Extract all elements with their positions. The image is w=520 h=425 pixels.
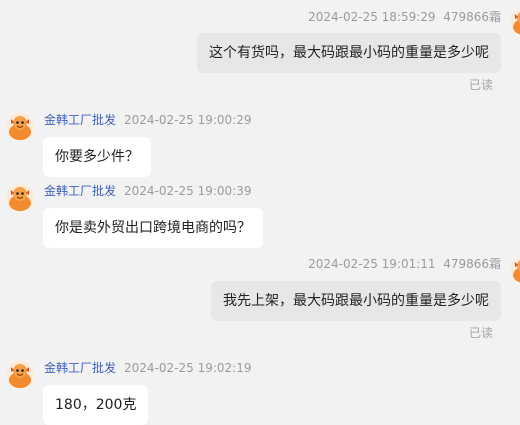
message-timestamp: 2024-02-25 19:02:19 (124, 361, 252, 375)
message-timestamp: 2024-02-25 19:01:11 (308, 257, 436, 271)
message-meta: 2024-02-25 19:01:11 479866霜 (308, 256, 501, 272)
message-bubble[interactable]: 你是卖外贸出口跨境电商的吗？ (43, 208, 263, 248)
message-bubble[interactable]: 这个有货吗，最大码跟最小码的重量是多少呢 (197, 33, 501, 73)
message-meta: 金韩工厂批发 2024-02-25 19:02:19 (44, 360, 251, 376)
contact-avatar[interactable] (6, 113, 34, 141)
message-bubble[interactable]: 180，200克 (43, 385, 149, 425)
message-timestamp: 2024-02-25 19:00:39 (124, 184, 252, 198)
user-avatar[interactable] (510, 8, 520, 36)
message-timestamp: 2024-02-25 19:00:29 (124, 113, 252, 127)
read-status: 已读 (468, 78, 493, 92)
chat-conversation: 2024-02-25 18:59:29 479866霜 这个有货吗，最大码跟最小… (0, 0, 520, 425)
message-meta: 金韩工厂批发 2024-02-25 19:00:29 (44, 112, 251, 128)
sender-name: 479866霜 (443, 257, 501, 271)
avatar-icon (510, 8, 520, 36)
sender-name: 金韩工厂批发 (44, 113, 117, 127)
avatar-icon (510, 256, 520, 284)
message-bubble[interactable]: 你要多少件？ (43, 137, 151, 177)
message-bubble[interactable]: 我先上架，最大码跟最小码的重量是多少呢 (211, 281, 501, 321)
avatar-icon (6, 184, 34, 212)
message-timestamp: 2024-02-25 18:59:29 (308, 10, 436, 24)
sender-name: 金韩工厂批发 (44, 184, 117, 198)
avatar-icon (6, 361, 34, 389)
read-status: 已读 (468, 326, 493, 340)
sender-name: 479866霜 (443, 10, 501, 24)
contact-avatar[interactable] (6, 184, 34, 212)
avatar-icon (6, 113, 34, 141)
user-avatar[interactable] (510, 256, 520, 284)
message-meta: 2024-02-25 18:59:29 479866霜 (308, 9, 501, 25)
contact-avatar[interactable] (6, 361, 34, 389)
sender-name: 金韩工厂批发 (44, 361, 117, 375)
message-meta: 金韩工厂批发 2024-02-25 19:00:39 (44, 183, 251, 199)
